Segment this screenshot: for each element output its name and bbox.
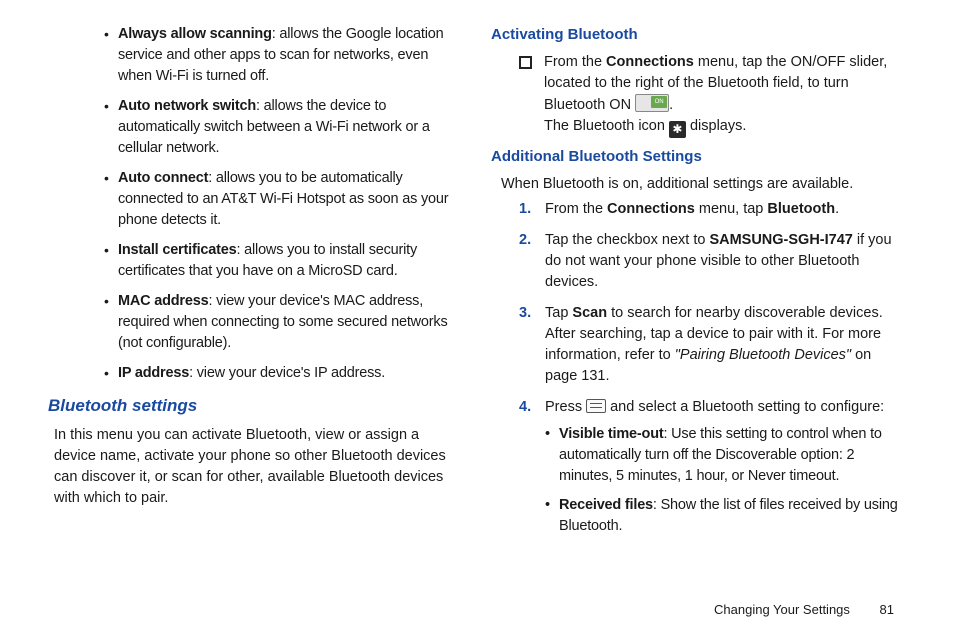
- right-column: Activating Bluetooth From the Connection…: [491, 24, 906, 636]
- on-switch-icon: ON: [635, 94, 669, 112]
- manual-page: Always allow scanning: allows the Google…: [0, 0, 954, 636]
- step-4: Press and select a Bluetooth setting to …: [519, 397, 906, 537]
- step-1: From the Connections menu, tap Bluetooth…: [519, 199, 906, 220]
- list-item: Auto connect: allows you to be automatic…: [104, 168, 463, 231]
- square-bullet-icon: [519, 56, 532, 69]
- step-2: Tap the checkbox next to SAMSUNG-SGH-I74…: [519, 230, 906, 293]
- activating-step: From the Connections menu, tap the ON/OF…: [519, 52, 906, 138]
- list-item: IP address: view your device's IP addres…: [104, 363, 463, 384]
- activating-bluetooth-heading: Activating Bluetooth: [491, 24, 906, 46]
- activating-text: From the Connections menu, tap the ON/OF…: [544, 52, 906, 138]
- configure-sublist: Visible time-out: Use this setting to co…: [545, 424, 906, 537]
- list-item: Always allow scanning: allows the Google…: [104, 24, 463, 87]
- wifi-advanced-bullets: Always allow scanning: allows the Google…: [104, 24, 463, 384]
- bluetooth-icon: ✱: [669, 121, 686, 138]
- page-footer: Changing Your Settings 81: [714, 601, 894, 620]
- menu-icon: [586, 399, 606, 413]
- list-item: Received files: Show the list of files r…: [545, 495, 906, 537]
- list-item: MAC address: view your device's MAC addr…: [104, 291, 463, 354]
- additional-steps: From the Connections menu, tap Bluetooth…: [519, 199, 906, 537]
- list-item: Visible time-out: Use this setting to co…: [545, 424, 906, 487]
- list-item: Auto network switch: allows the device t…: [104, 96, 463, 159]
- page-number: 81: [880, 602, 894, 617]
- additional-bt-heading: Additional Bluetooth Settings: [491, 146, 906, 168]
- step-3: Tap Scan to search for nearby discoverab…: [519, 303, 906, 387]
- additional-intro: When Bluetooth is on, additional setting…: [501, 174, 906, 195]
- bluetooth-settings-para: In this menu you can activate Bluetooth,…: [54, 425, 457, 509]
- bluetooth-settings-heading: Bluetooth settings: [48, 394, 463, 419]
- section-title: Changing Your Settings: [714, 602, 850, 617]
- list-item: Install certificates: allows you to inst…: [104, 240, 463, 282]
- left-column: Always allow scanning: allows the Google…: [48, 24, 463, 636]
